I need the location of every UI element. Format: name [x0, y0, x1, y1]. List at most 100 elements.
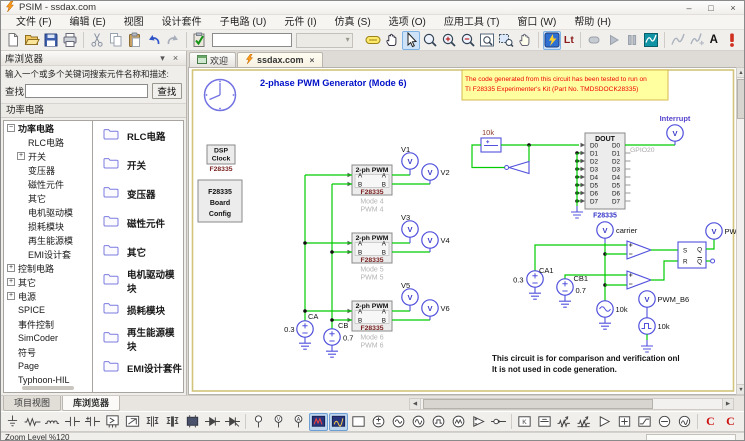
paste-icon[interactable] [126, 31, 144, 50]
round-block-1-icon[interactable] [655, 413, 674, 431]
library-folder-item[interactable]: 磁性元件 [93, 208, 183, 237]
transfer-function-icon[interactable] [535, 413, 554, 431]
quick-search-input[interactable] [212, 33, 292, 47]
transformer-icon[interactable] [143, 413, 162, 431]
tree-item[interactable]: 符号 [4, 345, 92, 359]
scroll-up-icon[interactable]: ▲ [737, 68, 745, 78]
tree-item[interactable]: EMI设计套 [4, 247, 92, 261]
c-script-2-icon[interactable]: C [721, 413, 740, 431]
vertical-scrollbar[interactable]: ▲ ▼ [736, 67, 745, 395]
menu-item[interactable]: 仿真 (S) [326, 15, 380, 30]
ground-symbol[interactable] [641, 340, 653, 352]
menu-item[interactable]: 子电路 (U) [211, 15, 276, 30]
library-panel-header[interactable]: 库浏览器 ▾ × [1, 51, 186, 66]
machine-block-icon[interactable] [183, 413, 202, 431]
tree-item[interactable]: RLC电路 [4, 135, 92, 149]
panel-tab-project-view[interactable]: 项目视图 [3, 396, 61, 411]
panel-close-icon[interactable]: × [169, 53, 182, 63]
summer-icon[interactable] [615, 413, 634, 431]
maximize-button[interactable]: □ [700, 1, 722, 15]
save-file-icon[interactable] [42, 31, 60, 50]
document-tab[interactable]: 欢迎 [189, 52, 236, 67]
simview-icon[interactable] [642, 31, 660, 50]
ground-symbol[interactable] [571, 206, 583, 218]
menu-item[interactable]: 设计套件 [153, 15, 211, 30]
library-folder-item[interactable]: 变压器 [93, 179, 183, 208]
buffer-icon[interactable] [595, 413, 614, 431]
expand-icon[interactable]: + [7, 278, 15, 286]
inductor-icon[interactable] [43, 413, 62, 431]
footer-text[interactable]: This circuit is for comparison and verif… [492, 354, 680, 363]
zoom-icon[interactable] [421, 31, 439, 50]
document-tab[interactable]: ssdax.com× [237, 52, 323, 67]
menu-item[interactable]: 元件 (I) [275, 15, 325, 30]
copy-icon[interactable] [107, 31, 125, 50]
tree-item[interactable]: +其它 [4, 275, 92, 289]
toolbar-combo[interactable]: ▾ [296, 33, 352, 48]
tree-item[interactable]: +开关 [4, 149, 92, 163]
library-folder-item[interactable]: 再生能源模块 [93, 324, 183, 353]
text-tool-icon[interactable]: A [707, 31, 721, 50]
runtime-marker-icon[interactable] [723, 31, 741, 50]
thyristor-icon[interactable] [223, 413, 242, 431]
schematic-title[interactable]: 2-phase PWM Generator (Mode 6) [260, 78, 407, 88]
library-folder-item[interactable]: 电机驱动模块 [93, 266, 183, 295]
cut-icon[interactable] [88, 31, 106, 50]
open-file-icon[interactable] [23, 31, 41, 50]
expand-icon[interactable]: + [17, 152, 25, 160]
stop-simulation-icon[interactable] [585, 31, 603, 50]
round-block-2-icon[interactable] [675, 413, 694, 431]
expand-icon[interactable]: + [7, 292, 15, 300]
source-square-icon[interactable] [429, 413, 448, 431]
source-ac-icon[interactable] [389, 413, 408, 431]
close-button[interactable]: × [722, 1, 744, 15]
panel-collapse-icon[interactable]: ▾ [156, 53, 169, 64]
source-dc-icon[interactable] [369, 413, 388, 431]
library-section-header[interactable]: 功率电路 [1, 103, 186, 118]
resistor-icon[interactable] [23, 413, 42, 431]
horizontal-scrollbar[interactable]: ◀ ▶ [409, 398, 734, 410]
ground-symbol[interactable] [559, 295, 571, 307]
transformer-3ph-icon[interactable] [163, 413, 182, 431]
select-icon[interactable] [402, 31, 420, 50]
pot-3ph-icon[interactable] [575, 413, 594, 431]
ground-symbol[interactable] [326, 345, 338, 357]
menu-item[interactable]: 视图 [115, 15, 153, 30]
tree-scrollbar-thumb[interactable] [22, 386, 74, 390]
panel-tab-library-browser[interactable]: 库浏览器 [62, 396, 120, 411]
source-triangle-icon[interactable] [449, 413, 468, 431]
c-script-icon[interactable]: C [701, 413, 720, 431]
curve-capture-icon[interactable] [669, 31, 687, 50]
tree-item[interactable]: Page [4, 359, 92, 373]
zoom-area-icon[interactable] [497, 31, 515, 50]
ground-symbol[interactable] [599, 317, 611, 329]
scroll-down-icon[interactable]: ▼ [737, 384, 745, 394]
pan-icon[interactable] [383, 31, 401, 50]
opamp-icon[interactable] [469, 413, 488, 431]
tree-item[interactable]: +控制电路 [4, 261, 92, 275]
tree-item[interactable]: 损耗模块 [4, 219, 92, 233]
diode-bridge-icon[interactable] [123, 413, 142, 431]
horizontal-scrollbar-thumb[interactable] [423, 399, 653, 409]
library-folder-item[interactable]: 损耗模块 [93, 295, 183, 324]
capacitor-icon[interactable] [63, 413, 82, 431]
tree-item[interactable]: +电源 [4, 289, 92, 303]
tree-item[interactable]: 事件控制 [4, 317, 92, 331]
check-netlist-icon[interactable] [190, 31, 208, 50]
delay-block[interactable] [481, 138, 501, 152]
zoom-in-icon[interactable] [440, 31, 458, 50]
note-box[interactable] [462, 70, 668, 100]
tree-item[interactable]: SimCoder [4, 331, 92, 345]
tab-close-icon[interactable]: × [310, 55, 315, 65]
tree-item[interactable]: SPICE [4, 303, 92, 317]
gain-block-icon[interactable]: K [515, 413, 534, 431]
ground-symbol[interactable] [529, 287, 541, 299]
undo-icon[interactable] [145, 31, 163, 50]
new-file-icon[interactable] [4, 31, 22, 50]
run-animation-icon[interactable] [604, 31, 622, 50]
pot-icon[interactable] [555, 413, 574, 431]
ltspice-icon[interactable]: Lt [562, 31, 576, 50]
tree-item[interactable]: 电机驱动模 [4, 205, 92, 219]
library-folder-item[interactable]: RLC电路 [93, 121, 183, 150]
square-source[interactable] [639, 318, 655, 334]
